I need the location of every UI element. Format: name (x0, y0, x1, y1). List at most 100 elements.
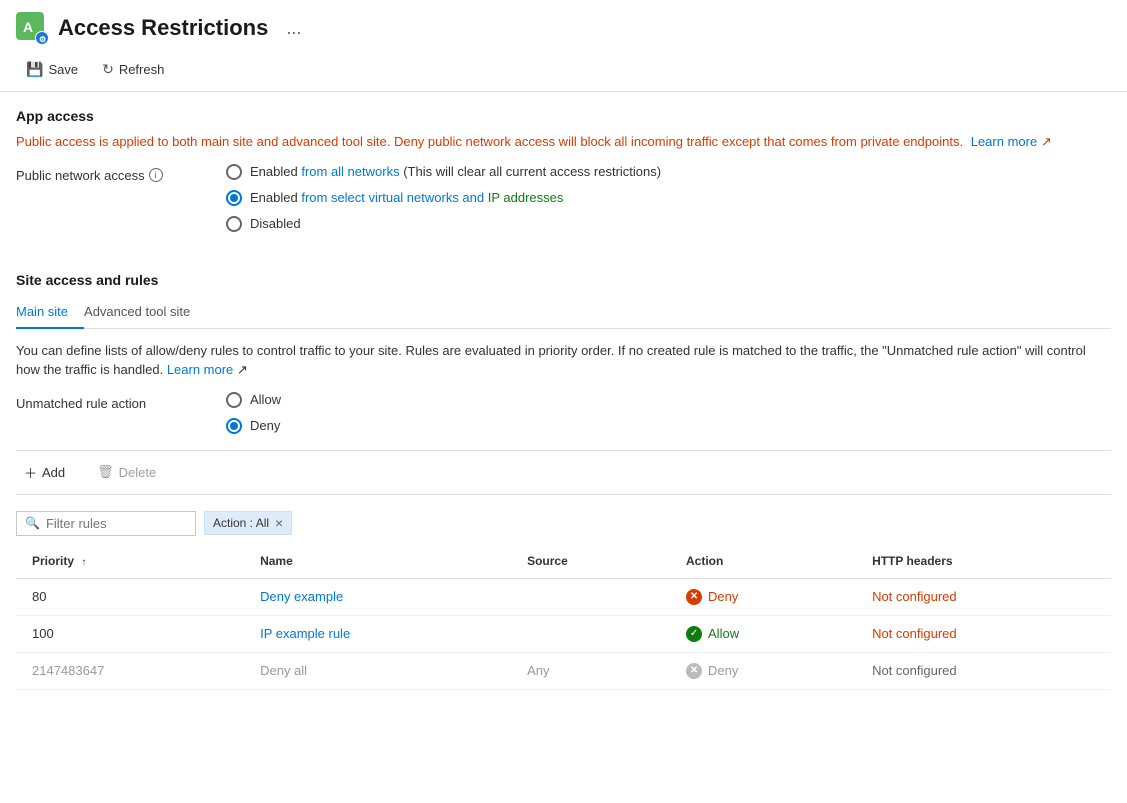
main-toolbar: 💾 Save ↻ Refresh (0, 52, 1127, 92)
cell-name: IP example rule (244, 615, 511, 652)
delete-rule-button[interactable]: 🗑 Delete (89, 460, 164, 484)
action-deny-badge-muted: ✕ Deny (686, 663, 840, 679)
radio-disabled-label: Disabled (250, 216, 301, 231)
public-network-info-icon[interactable]: i (149, 168, 163, 182)
deny-label: Deny (708, 589, 738, 604)
radio-deny-label: Deny (250, 418, 280, 433)
tab-advanced-tool-site[interactable]: Advanced tool site (84, 296, 206, 329)
external-link-icon: ↗ (1041, 134, 1052, 149)
cell-name: Deny example (244, 578, 511, 615)
radio-disabled-circle (226, 216, 242, 232)
cell-name: Deny all (244, 652, 511, 689)
action-deny-badge: ✕ Deny (686, 589, 840, 605)
public-network-radio-group: Enabled from all networks (This will cle… (226, 164, 661, 232)
cell-http-headers: Not configured (856, 615, 1111, 652)
refresh-label: Refresh (119, 62, 165, 77)
add-icon: ＋ (24, 463, 37, 482)
radio-all-networks-circle (226, 164, 242, 180)
cell-source: Any (511, 652, 670, 689)
unmatched-allow-option[interactable]: Allow (226, 392, 281, 408)
site-access-external-icon: ↗ (237, 362, 248, 377)
app-access-info-text: Public access is applied to both main si… (16, 134, 963, 149)
http-headers-value-gray: Not configured (872, 663, 957, 678)
delete-rule-label: Delete (119, 465, 157, 480)
radio-all-networks-label: Enabled from all networks (This will cle… (250, 164, 661, 179)
site-tabs: Main site Advanced tool site (16, 296, 1111, 329)
save-button[interactable]: 💾 Save (16, 56, 88, 83)
radio-allow-label: Allow (250, 392, 281, 407)
add-rule-label: Add (42, 465, 65, 480)
cell-priority: 2147483647 (16, 652, 244, 689)
svg-text:A: A (23, 19, 33, 35)
site-access-heading: Site access and rules (16, 272, 1111, 288)
cell-action: ✕ Deny (670, 578, 856, 615)
save-icon: 💾 (26, 61, 43, 78)
cell-action: ✕ Deny (670, 652, 856, 689)
radio-select-networks-circle (226, 190, 242, 206)
table-row[interactable]: 100 IP example rule ✓ Allow Not configur… (16, 615, 1111, 652)
cell-http-headers: Not configured (856, 652, 1111, 689)
refresh-button[interactable]: ↻ Refresh (92, 56, 174, 83)
action-allow-badge: ✓ Allow (686, 626, 840, 642)
tab-main-site[interactable]: Main site (16, 296, 84, 329)
col-action: Action (670, 544, 856, 579)
radio-deny-circle (226, 418, 242, 434)
site-access-learn-more[interactable]: Learn more (167, 362, 233, 377)
app-access-info: Public access is applied to both main si… (16, 132, 1111, 152)
http-headers-value: Not configured (872, 626, 957, 641)
page-title: Access Restrictions (58, 15, 268, 41)
public-network-option-all[interactable]: Enabled from all networks (This will cle… (226, 164, 661, 180)
add-rule-button[interactable]: ＋ Add (16, 459, 73, 486)
allow-label: Allow (708, 626, 739, 641)
filter-tag-close[interactable]: × (275, 515, 283, 531)
site-access-section: Site access and rules Main site Advanced… (0, 256, 1127, 706)
rule-name-link[interactable]: Deny example (260, 589, 343, 604)
rules-table: Priority ↑ Name Source Action HTTP heade… (16, 544, 1111, 690)
rule-name-link[interactable]: IP example rule (260, 626, 350, 641)
cell-http-headers: Not configured (856, 578, 1111, 615)
deny-icon: ✕ (686, 589, 702, 605)
col-source: Source (511, 544, 670, 579)
cell-source (511, 578, 670, 615)
save-label: Save (48, 62, 78, 77)
filter-tag-label: Action : All (213, 516, 269, 530)
deny-label-muted: Deny (708, 663, 738, 678)
svg-text:⚙: ⚙ (39, 35, 46, 44)
page-header: A ⚙ Access Restrictions ... (0, 0, 1127, 52)
app-icon: A ⚙ (16, 12, 48, 44)
unmatched-rule-row: Unmatched rule action Allow Deny (16, 392, 1111, 434)
deny-icon-muted: ✕ (686, 663, 702, 679)
refresh-icon: ↻ (102, 61, 114, 78)
col-priority[interactable]: Priority ↑ (16, 544, 244, 579)
public-network-option-disabled[interactable]: Disabled (226, 216, 661, 232)
filter-rules-input[interactable] (46, 516, 186, 531)
public-network-option-select[interactable]: Enabled from select virtual networks and… (226, 190, 661, 206)
site-access-description: You can define lists of allow/deny rules… (16, 341, 1111, 380)
allow-icon: ✓ (686, 626, 702, 642)
public-network-access-row: Public network access i Enabled from all… (16, 164, 1111, 232)
rules-table-body: 80 Deny example ✕ Deny Not configured (16, 578, 1111, 689)
col-name: Name (244, 544, 511, 579)
app-access-section: App access Public access is applied to b… (0, 92, 1127, 256)
header-ellipsis[interactable]: ... (286, 18, 301, 39)
http-headers-value: Not configured (872, 589, 957, 604)
app-access-learn-more[interactable]: Learn more (971, 134, 1037, 149)
cell-source (511, 615, 670, 652)
filter-row: 🔍 Action : All × (16, 503, 1111, 544)
radio-allow-circle (226, 392, 242, 408)
cell-priority: 80 (16, 578, 244, 615)
delete-icon: 🗑 (97, 464, 114, 480)
app-access-heading: App access (16, 108, 1111, 124)
sort-icon-priority: ↑ (81, 557, 86, 568)
unmatched-rule-label: Unmatched rule action (16, 392, 186, 411)
col-http-headers: HTTP headers (856, 544, 1111, 579)
public-network-access-label: Public network access i (16, 164, 186, 183)
radio-select-networks-label: Enabled from select virtual networks and… (250, 190, 563, 205)
table-row[interactable]: 80 Deny example ✕ Deny Not configured (16, 578, 1111, 615)
unmatched-deny-option[interactable]: Deny (226, 418, 281, 434)
cell-priority: 100 (16, 615, 244, 652)
unmatched-radio-group: Allow Deny (226, 392, 281, 434)
access-restrictions-page: A ⚙ Access Restrictions ... 💾 Save ↻ Ref… (0, 0, 1127, 803)
rules-toolbar: ＋ Add 🗑 Delete (16, 450, 1111, 495)
table-row: 2147483647 Deny all Any ✕ Deny Not confi… (16, 652, 1111, 689)
